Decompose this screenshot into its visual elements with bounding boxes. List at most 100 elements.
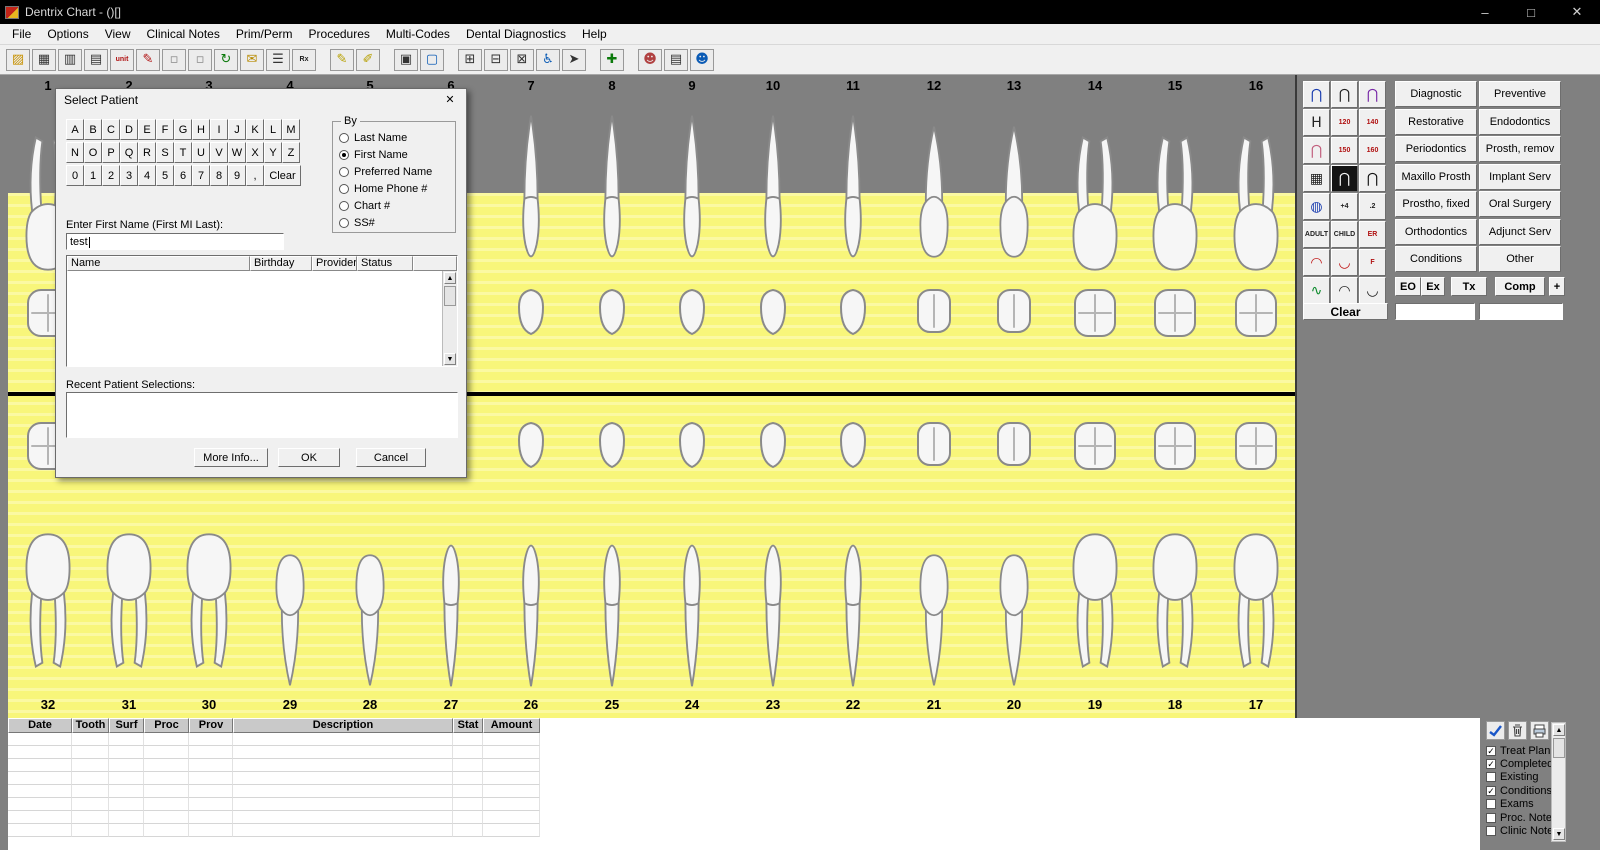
ex-button[interactable]: Ex bbox=[1421, 277, 1445, 296]
letter-j-button[interactable]: J bbox=[228, 119, 246, 140]
filter-conditions[interactable]: ✓ Conditions bbox=[1486, 784, 1559, 797]
results-column-name[interactable]: Name bbox=[67, 256, 250, 271]
category-adjunct-serv-button[interactable]: Adjunct Serv bbox=[1479, 218, 1561, 245]
category-orthodontics-button[interactable]: Orthodontics bbox=[1395, 218, 1477, 245]
letter-t-button[interactable]: T bbox=[174, 142, 192, 163]
category-prosth-remov-button[interactable]: Prosth, remov bbox=[1479, 136, 1561, 162]
notes-row[interactable] bbox=[8, 759, 540, 772]
clear-button[interactable]: Clear bbox=[1303, 303, 1388, 320]
menu-prim-perm[interactable]: Prim/Perm bbox=[228, 25, 301, 43]
scroll-thumb[interactable] bbox=[444, 286, 456, 306]
lower-arch-icon[interactable]: ◡ bbox=[1331, 249, 1358, 276]
eo-button[interactable]: EO bbox=[1395, 277, 1421, 296]
tooth-24[interactable]: 24 bbox=[652, 75, 732, 718]
results-column-provider[interactable]: Provider bbox=[312, 256, 357, 271]
scroll-up-icon[interactable]: ▲ bbox=[444, 272, 456, 284]
email-icon[interactable]: ✉ bbox=[240, 48, 264, 71]
letter-1-button[interactable]: 1 bbox=[84, 165, 102, 186]
mixed-dentition-icon[interactable]: ▫ bbox=[188, 48, 212, 71]
add-procedure-icon[interactable]: ✚ bbox=[600, 48, 624, 71]
notes-column-date[interactable]: Date bbox=[8, 718, 72, 733]
tooth-18[interactable]: 18 bbox=[1135, 75, 1215, 718]
letter-y-button[interactable]: Y bbox=[264, 142, 282, 163]
patient-chair-icon[interactable]: ♿ bbox=[536, 48, 560, 71]
procedure-field-2[interactable] bbox=[1479, 303, 1563, 320]
veneer-tooth-icon[interactable]: ⋂ bbox=[1331, 81, 1358, 108]
notes-row[interactable] bbox=[8, 746, 540, 759]
letter-3-button[interactable]: 3 bbox=[120, 165, 138, 186]
letter-6-button[interactable]: 6 bbox=[174, 165, 192, 186]
results-column-status[interactable]: Status bbox=[357, 256, 413, 271]
letter-b-button[interactable]: B bbox=[84, 119, 102, 140]
results-body[interactable] bbox=[67, 271, 442, 366]
print-chart-icon[interactable]: ▤ bbox=[84, 48, 108, 71]
plus-button[interactable]: + bbox=[1549, 277, 1565, 296]
category-maxillo-prosth-button[interactable]: Maxillo Prosth bbox=[1395, 163, 1477, 190]
patient-name-input[interactable]: test bbox=[66, 233, 284, 250]
letter-n-button[interactable]: N bbox=[66, 142, 84, 163]
tooth-26[interactable]: 26 bbox=[491, 75, 571, 718]
radio-preferred-name[interactable]: Preferred Name bbox=[339, 163, 455, 180]
notes-row[interactable] bbox=[8, 785, 540, 798]
upper-arch-icon[interactable]: ◠ bbox=[1303, 249, 1330, 276]
more-info-button[interactable]: More Info... bbox=[194, 448, 268, 467]
window-layout-icon[interactable]: ⊞ bbox=[458, 48, 482, 71]
category-restorative-button[interactable]: Restorative bbox=[1395, 108, 1477, 135]
perio-probe-150-icon[interactable]: 150 bbox=[1331, 137, 1358, 164]
category-prostho-fixed-button[interactable]: Prostho, fixed bbox=[1395, 191, 1477, 217]
staff-list-icon[interactable]: ☻ bbox=[690, 48, 714, 71]
image-capture-icon[interactable]: ▣ bbox=[394, 48, 418, 71]
zoom-layout-icon[interactable]: ⊟ bbox=[484, 48, 508, 71]
notes-column-stat[interactable]: Stat bbox=[453, 718, 483, 733]
letter-e-button[interactable]: E bbox=[138, 119, 156, 140]
menu-help[interactable]: Help bbox=[574, 25, 615, 43]
primary-teeth-icon[interactable]: ▫ bbox=[162, 48, 186, 71]
prescriptions-icon[interactable]: Rx bbox=[292, 48, 316, 71]
fluoride-tooth-icon[interactable]: F bbox=[1359, 249, 1386, 276]
minimize-button[interactable]: – bbox=[1462, 0, 1508, 24]
adult-dentition-icon[interactable]: ADULT bbox=[1303, 221, 1330, 248]
category-diagnostic-button[interactable]: Diagnostic bbox=[1395, 81, 1477, 107]
perio-probe-140-icon[interactable]: 140 bbox=[1359, 109, 1386, 136]
scroll-down-icon[interactable]: ▼ bbox=[1553, 828, 1565, 840]
letter-clear-button[interactable]: Clear bbox=[264, 165, 301, 186]
menu-options[interactable]: Options bbox=[39, 25, 96, 43]
radio-home-phone[interactable]: Home Phone # bbox=[339, 180, 455, 197]
category-other-button[interactable]: Other bbox=[1479, 246, 1561, 272]
radio-last-name[interactable]: Last Name bbox=[339, 129, 455, 146]
arch-band-icon[interactable]: ◠ bbox=[1331, 277, 1358, 304]
implant-tooth-icon[interactable]: ⋂ bbox=[1303, 81, 1330, 108]
tooth-20[interactable]: 20 bbox=[974, 75, 1054, 718]
results-column-birthday[interactable]: Birthday bbox=[250, 256, 312, 271]
category-periodontics-button[interactable]: Periodontics bbox=[1395, 136, 1477, 162]
notes-column-amount[interactable]: Amount bbox=[483, 718, 540, 733]
delete-note-icon[interactable] bbox=[1508, 721, 1527, 740]
letter-s-button[interactable]: S bbox=[156, 142, 174, 163]
tooth-21[interactable]: 21 bbox=[894, 75, 974, 718]
close-button[interactable]: ✕ bbox=[1554, 0, 1600, 24]
quadrant-dot2-icon[interactable]: .2 bbox=[1359, 193, 1386, 220]
comp-button[interactable]: Comp bbox=[1495, 277, 1545, 296]
refresh-icon[interactable]: ↻ bbox=[214, 48, 238, 71]
notes-row[interactable] bbox=[8, 772, 540, 785]
clasp-icon[interactable]: ◡ bbox=[1359, 277, 1386, 304]
letter-2-button[interactable]: 2 bbox=[102, 165, 120, 186]
exam-pencil-icon[interactable]: ✎ bbox=[330, 48, 354, 71]
missing-tooth-icon[interactable]: ⋂ bbox=[1331, 165, 1358, 192]
letter-x-button[interactable]: X bbox=[246, 142, 264, 163]
tooth-22[interactable]: 22 bbox=[813, 75, 893, 718]
bridge-icon[interactable]: Η bbox=[1303, 109, 1330, 136]
menu-procedures[interactable]: Procedures bbox=[301, 25, 378, 43]
tooth-17[interactable]: 17 bbox=[1216, 75, 1295, 718]
notes-row[interactable] bbox=[8, 733, 540, 746]
letter-v-button[interactable]: V bbox=[210, 142, 228, 163]
notes-row[interactable] bbox=[8, 824, 540, 837]
radio-ss[interactable]: SS# bbox=[339, 214, 455, 231]
notes-column-tooth[interactable]: Tooth bbox=[72, 718, 109, 733]
tooth-23[interactable]: 23 bbox=[733, 75, 813, 718]
maximize-button[interactable]: □ bbox=[1508, 0, 1554, 24]
sealant-icon[interactable]: ◍ bbox=[1303, 193, 1330, 220]
letter-r-button[interactable]: R bbox=[138, 142, 156, 163]
notes-column-prov[interactable]: Prov bbox=[189, 718, 233, 733]
letter-p-button[interactable]: P bbox=[102, 142, 120, 163]
